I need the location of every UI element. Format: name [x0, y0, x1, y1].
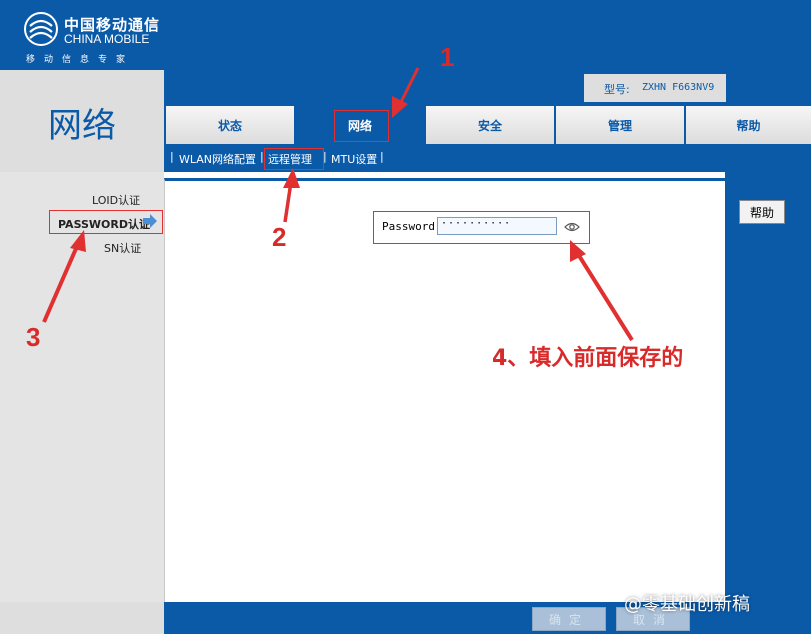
- tab-security[interactable]: 安全: [426, 106, 554, 144]
- subnav-wlan[interactable]: WLAN网络配置: [179, 151, 256, 167]
- sidebar-item-sn[interactable]: SN认证: [104, 240, 141, 256]
- left-sidebar: [0, 172, 164, 602]
- page-title: 网络: [48, 106, 116, 146]
- annotation-box-remote-management: [264, 148, 324, 170]
- subnav-mtu[interactable]: MTU设置: [331, 151, 377, 167]
- confirm-button[interactable]: 确定: [532, 607, 606, 631]
- model-value: ZXHN F663NV9: [642, 82, 715, 93]
- logo-slogan: 移动信息专家: [26, 55, 135, 65]
- tab-management[interactable]: 管理: [556, 106, 684, 144]
- watermark: @零基础创新稿: [624, 594, 750, 615]
- subnav-separator: |: [380, 150, 384, 163]
- logout-link[interactable]: 退出: [776, 81, 798, 97]
- footer-left-panel: [0, 602, 164, 634]
- china-mobile-logo-icon: [24, 12, 58, 46]
- annotation-box-password-auth: [49, 210, 163, 234]
- help-button[interactable]: 帮助: [739, 200, 785, 224]
- annotation-box-network-tab: [334, 110, 389, 142]
- annotation-number-1: 1: [440, 42, 455, 72]
- help-panel: [725, 172, 811, 602]
- annotation-text-4: 4、填入前面保存的: [492, 346, 684, 371]
- annotation-number-2: 2: [272, 222, 287, 252]
- tab-status[interactable]: 状态: [166, 106, 294, 144]
- annotation-box-password-field: [373, 211, 590, 244]
- tab-help[interactable]: 帮助: [686, 106, 811, 144]
- sidebar-item-loid[interactable]: LOID认证: [92, 192, 140, 208]
- model-label: 型号:: [604, 83, 630, 96]
- annotation-number-3: 3: [26, 322, 41, 352]
- logo-text-en: CHINA MOBILE: [64, 32, 150, 46]
- subnav-separator: |: [170, 150, 174, 163]
